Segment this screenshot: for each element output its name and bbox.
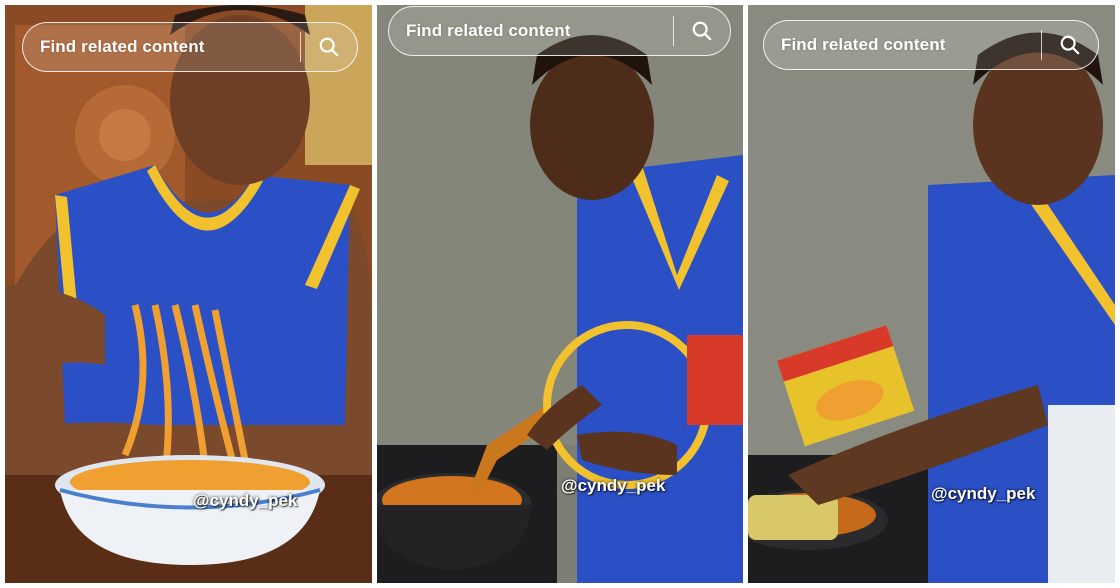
search-placeholder: Find related content [40,37,205,56]
search-bar[interactable]: Find related content [388,6,731,56]
search-placeholder: Find related content [781,35,946,54]
video-frame-eating[interactable]: Find related content @cyndy_pek [5,5,372,583]
search-bar[interactable]: Find related content [22,22,358,72]
video-frame-pouring[interactable]: Find related content @cyndy_pek [377,5,743,583]
frame-image-pouring [377,5,743,583]
creator-watermark: @cyndy_pek [931,484,1036,503]
search-button[interactable] [674,7,730,55]
search-icon [319,37,339,57]
search-button[interactable] [301,23,357,71]
search-button[interactable] [1042,21,1098,69]
creator-watermark: @cyndy_pek [193,491,298,510]
creator-watermark: @cyndy_pek [561,476,666,495]
video-frame-adding-noodles[interactable]: Find related content @cyndy_pek [748,5,1115,583]
search-icon [692,21,712,41]
frame-image-eating [5,5,372,583]
search-icon [1060,35,1080,55]
search-bar[interactable]: Find related content [763,20,1099,70]
search-placeholder: Find related content [406,21,571,40]
